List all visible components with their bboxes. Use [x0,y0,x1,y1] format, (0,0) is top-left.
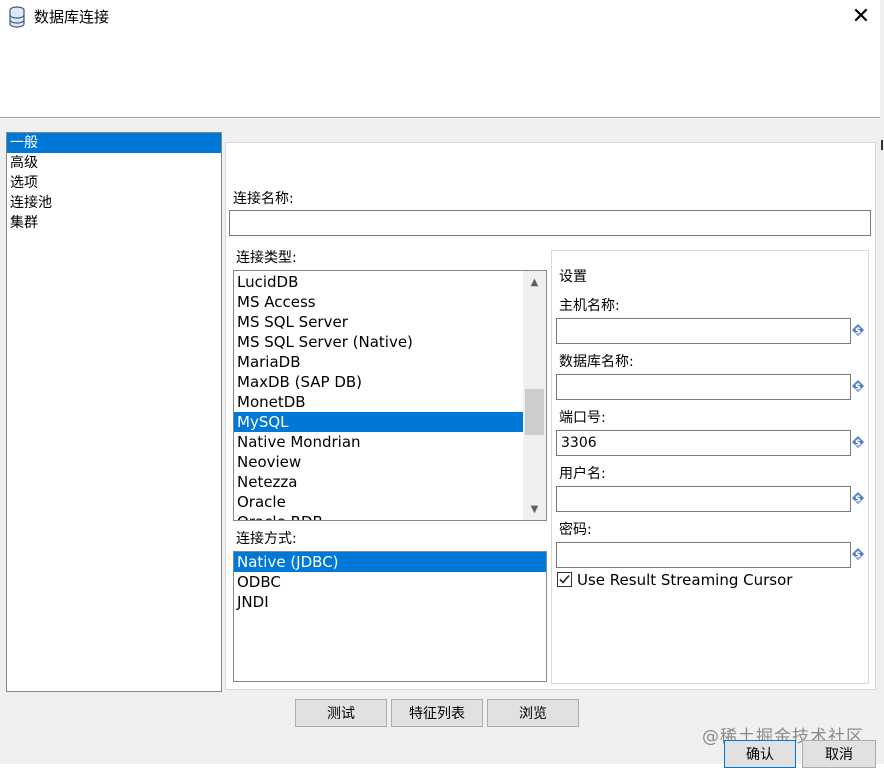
list-item[interactable]: MonetDB [234,392,524,412]
feature-list-button[interactable]: 特征列表 [391,699,483,727]
nav-list: 一般 高级 选项 连接池 集群 [6,132,222,692]
dollar-variable-icon[interactable]: $ [851,435,865,449]
list-item[interactable]: Native Mondrian [234,432,524,452]
title-bar: 数据库连接 ✕ [0,0,884,118]
username-label: 用户名: [559,466,606,482]
svg-text:$: $ [855,495,861,505]
list-item[interactable]: Netezza [234,472,524,492]
host-input[interactable] [556,318,851,344]
settings-title: 设置 [559,269,587,285]
dollar-variable-icon[interactable]: $ [851,491,865,505]
list-item-selected[interactable]: Native (JDBC) [234,552,546,572]
username-input[interactable] [556,486,851,512]
list-item[interactable]: MaxDB (SAP DB) [234,372,524,392]
window-title: 数据库连接 [34,8,110,26]
test-button[interactable]: 测试 [295,699,387,727]
list-item[interactable]: MS Access [234,292,524,312]
scroll-up-arrow-icon[interactable]: ▲ [523,271,546,293]
list-item[interactable]: MariaDB [234,352,524,372]
list-item[interactable]: LucidDB [234,272,524,292]
list-item[interactable]: JNDI [234,592,546,612]
list-item[interactable]: Oracle [234,492,524,512]
close-icon: ✕ [851,3,871,29]
edge-mark [881,140,883,150]
explore-button[interactable]: 浏览 [487,699,579,727]
host-label: 主机名称: [559,298,620,314]
streaming-cursor-label: Use Result Streaming Cursor [577,571,793,589]
svg-text:$: $ [855,327,861,337]
svg-text:$: $ [855,551,861,561]
scroll-down-arrow-icon[interactable]: ▼ [523,498,546,520]
list-item[interactable]: MS SQL Server [234,312,524,332]
database-name-label: 数据库名称: [559,354,634,370]
svg-text:$: $ [855,439,861,449]
close-button[interactable]: ✕ [846,2,876,30]
list-item[interactable]: MS SQL Server (Native) [234,332,524,352]
nav-item-options[interactable]: 选项 [7,173,221,193]
database-icon [9,6,25,28]
streaming-cursor-checkbox[interactable] [557,572,572,587]
dollar-variable-icon[interactable]: $ [851,323,865,337]
scroll-thumb[interactable] [525,389,544,435]
access-method-list[interactable]: Native (JDBC) ODBC JNDI [233,551,547,682]
database-name-input[interactable] [556,374,851,400]
list-item[interactable]: Oracle RDB [234,512,524,520]
port-label: 端口号: [559,410,606,426]
list-item[interactable]: Neoview [234,452,524,472]
check-icon [559,574,570,584]
nav-item-general[interactable]: 一般 [7,133,221,153]
password-label: 密码: [559,522,592,538]
connection-name-label: 连接名称: [233,191,294,207]
port-input[interactable]: 3306 [556,430,851,456]
list-item[interactable]: ODBC [234,572,546,592]
dollar-variable-icon[interactable]: $ [851,379,865,393]
connection-name-input[interactable] [229,210,871,236]
connection-type-scrollbar[interactable]: ▲ ▼ [523,271,546,520]
nav-item-pooling[interactable]: 连接池 [7,193,221,213]
dollar-variable-icon[interactable]: $ [851,547,865,561]
svg-text:$: $ [855,383,861,393]
list-item-selected[interactable]: MySQL [234,412,524,432]
window-edge [880,0,884,764]
connection-type-label: 连接类型: [236,250,297,266]
password-input[interactable] [556,542,851,568]
nav-item-cluster[interactable]: 集群 [7,213,221,233]
access-method-label: 连接方式: [236,531,297,547]
connection-type-list[interactable]: LucidDB MS Access MS SQL Server MS SQL S… [233,270,547,521]
nav-item-advanced[interactable]: 高级 [7,153,221,173]
